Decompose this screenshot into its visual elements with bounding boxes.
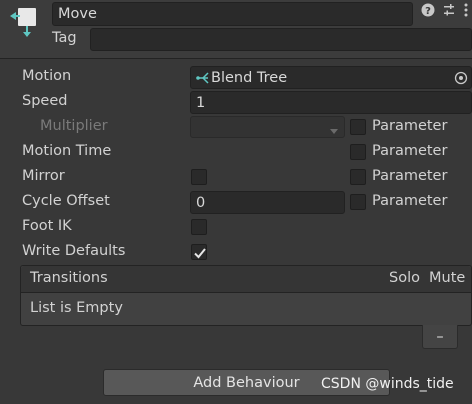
state-name-input[interactable]: Move (52, 2, 413, 26)
checkmark-icon (194, 248, 206, 259)
state-icon (8, 6, 40, 38)
mirror-checkbox[interactable] (191, 169, 207, 185)
multiplier-parameter-checkbox[interactable] (350, 119, 366, 135)
speed-value: 1 (196, 94, 206, 111)
mirror-label: Mirror (22, 168, 65, 184)
preset-icon[interactable] (442, 3, 456, 17)
tag-input[interactable] (90, 28, 472, 51)
motion-label: Motion (22, 68, 72, 84)
multiplier-dropdown (190, 116, 345, 138)
add-behaviour-label: Add Behaviour (193, 374, 300, 391)
motion-value: Blend Tree (211, 69, 288, 86)
list-empty-text: List is Empty (30, 300, 123, 316)
mirror-parameter-label: Parameter (372, 168, 448, 184)
motion-time-parameter-label: Parameter (372, 143, 448, 159)
motion-time-label: Motion Time (22, 143, 112, 159)
remove-transition-button[interactable]: – (422, 325, 458, 349)
transitions-header-label: Transitions (30, 270, 108, 286)
svg-text:?: ? (425, 6, 431, 17)
help-icon[interactable]: ? (421, 3, 435, 17)
cycle-offset-input[interactable]: 0 (190, 191, 345, 214)
speed-label: Speed (22, 93, 68, 109)
cycle-offset-label: Cycle Offset (22, 193, 110, 209)
motion-object-field[interactable]: Blend Tree (190, 66, 472, 89)
write-defaults-checkbox[interactable] (191, 244, 207, 260)
foot-ik-label: Foot IK (22, 218, 72, 234)
blend-tree-icon (196, 71, 210, 85)
write-defaults-label: Write Defaults (22, 243, 126, 259)
mirror-parameter-checkbox[interactable] (350, 169, 366, 185)
mute-column-label: Mute (429, 270, 466, 286)
header-divider (0, 58, 472, 59)
tag-label: Tag (52, 30, 77, 46)
speed-input[interactable]: 1 (190, 91, 472, 114)
object-picker-icon[interactable] (454, 71, 468, 85)
foot-ik-checkbox[interactable] (191, 219, 207, 235)
cycle-offset-value: 0 (196, 194, 206, 211)
state-name-value: Move (58, 6, 97, 22)
watermark: CSDN @winds_tide (321, 376, 454, 392)
solo-column-label: Solo (389, 270, 420, 286)
more-icon[interactable] (462, 2, 470, 18)
cycle-offset-parameter-label: Parameter (372, 193, 448, 209)
multiplier-parameter-label: Parameter (372, 118, 448, 134)
chevron-down-icon (329, 124, 339, 134)
multiplier-label: Multiplier (40, 118, 108, 134)
motion-time-parameter-checkbox[interactable] (350, 144, 366, 160)
remove-label: – (436, 328, 444, 345)
cycle-offset-parameter-checkbox[interactable] (350, 194, 366, 210)
